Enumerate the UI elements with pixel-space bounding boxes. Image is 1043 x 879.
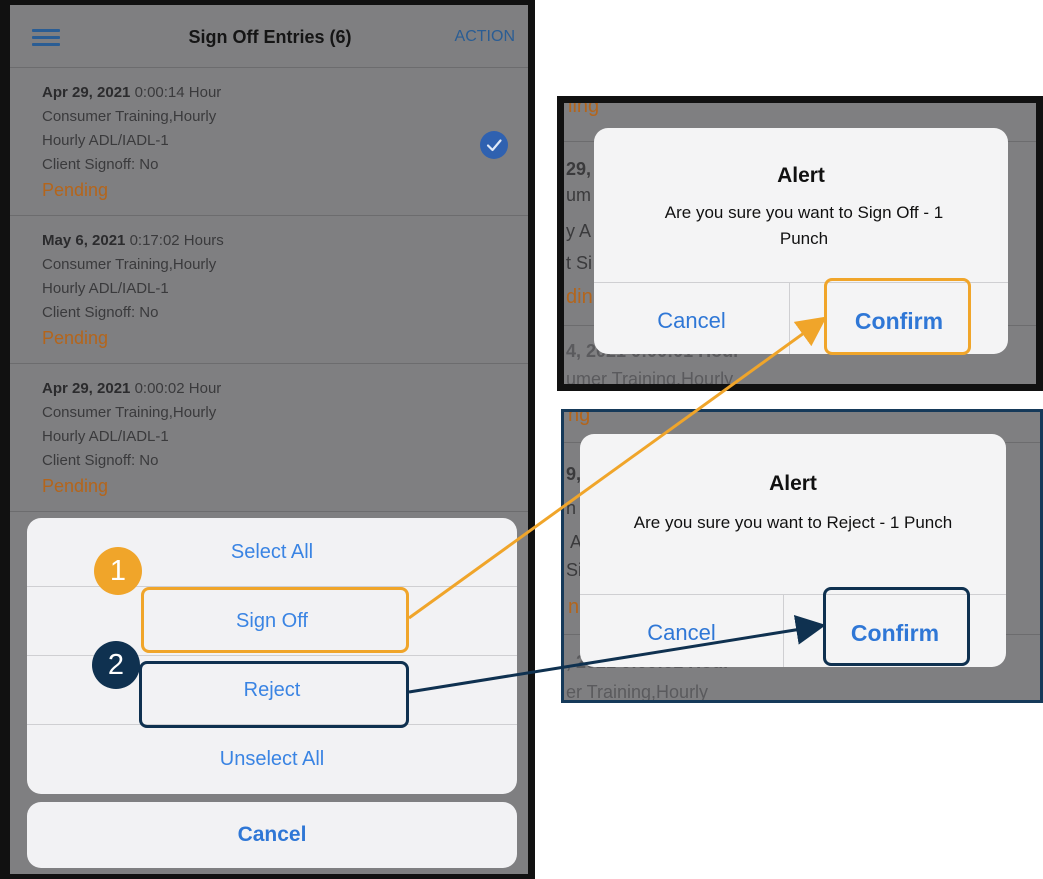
entry-status: Pending <box>42 180 109 200</box>
step-2-badge: 2 <box>92 641 140 689</box>
entry-duration: 0:17:02 Hours <box>129 232 224 249</box>
entry-duration: 0:00:14 Hour <box>134 84 222 101</box>
bg-fragment: ng <box>568 409 591 426</box>
entry-activity: Hourly ADL/IADL-1 <box>42 428 169 445</box>
entry-date: May 6, 2021 <box>42 232 126 249</box>
entry-date: Apr 29, 2021 <box>42 84 131 101</box>
list-item[interactable]: Apr 29, 2021 0:00:14 Hour Consumer Train… <box>10 68 528 216</box>
alert-message: Are you sure you want to Reject - 1 Punc… <box>633 513 953 532</box>
entry-duration: 0:00:02 Hour <box>134 380 222 397</box>
bg-fragment: 9, <box>566 464 582 484</box>
reject-highlight-box <box>139 661 409 728</box>
alert-cancel-button[interactable]: Cancel <box>580 620 783 646</box>
entry-client-signoff: Client Signoff: No <box>42 452 159 469</box>
alert-message: Are you sure you want to Sign Off - 1 Pu… <box>664 203 944 248</box>
sign-off-highlight-box <box>141 587 409 653</box>
bg-fragment: er Training,Hourly <box>566 682 709 702</box>
reject-confirm-panel: ng 9, n A Si n , 2021 0:00:01 Hour er Tr… <box>561 409 1043 703</box>
entry-client-signoff: Client Signoff: No <box>42 156 159 173</box>
entry-client-signoff: Client Signoff: No <box>42 304 159 321</box>
phone-frame: Sign Off Entries (6) ACTION Apr 29, 2021… <box>0 0 535 879</box>
bg-fragment: 29, <box>566 159 592 179</box>
page-title: Sign Off Entries (6) <box>188 27 352 47</box>
bg-fragment: y A <box>566 221 592 241</box>
hamburger-menu-icon[interactable] <box>32 29 60 47</box>
entry-status: Pending <box>42 328 109 348</box>
nav-bar: Sign Off Entries (6) ACTION <box>10 5 528 68</box>
entry-service: Consumer Training,Hourly <box>42 404 217 421</box>
bg-fragment: n <box>568 596 580 618</box>
entry-date: Apr 29, 2021 <box>42 380 131 397</box>
alert-cancel-button[interactable]: Cancel <box>594 308 789 334</box>
step-1-badge: 1 <box>94 547 142 595</box>
alert-title: Alert <box>769 472 817 495</box>
bg-fragment: um <box>566 185 592 205</box>
entry-service: Consumer Training,Hourly <box>42 256 217 273</box>
checkmark-selected-icon[interactable] <box>480 131 508 159</box>
bg-fragment: ling <box>568 96 600 117</box>
entry-activity: Hourly ADL/IADL-1 <box>42 280 169 297</box>
bg-fragment: umer Training,Hourly <box>566 369 734 389</box>
reject-confirm-highlight-box <box>823 587 970 666</box>
entry-status: Pending <box>42 476 109 496</box>
alert-title: Alert <box>777 164 825 187</box>
list-item[interactable]: May 6, 2021 0:17:02 Hours Consumer Train… <box>10 216 528 364</box>
unselect-all-button[interactable]: Unselect All <box>27 725 517 793</box>
signoff-confirm-highlight-box <box>824 278 971 355</box>
bg-fragment: din <box>566 286 593 308</box>
phone-screen: Sign Off Entries (6) ACTION Apr 29, 2021… <box>10 5 528 874</box>
bg-fragment: t Si <box>566 253 593 273</box>
entry-service: Consumer Training,Hourly <box>42 108 217 125</box>
list-item[interactable]: Apr 29, 2021 0:00:02 Hour Consumer Train… <box>10 364 528 512</box>
bg-fragment: n <box>566 498 577 518</box>
entry-activity: Hourly ADL/IADL-1 <box>42 132 169 149</box>
action-sheet-cancel-button[interactable]: Cancel <box>27 802 517 868</box>
action-button[interactable]: ACTION <box>430 28 515 46</box>
